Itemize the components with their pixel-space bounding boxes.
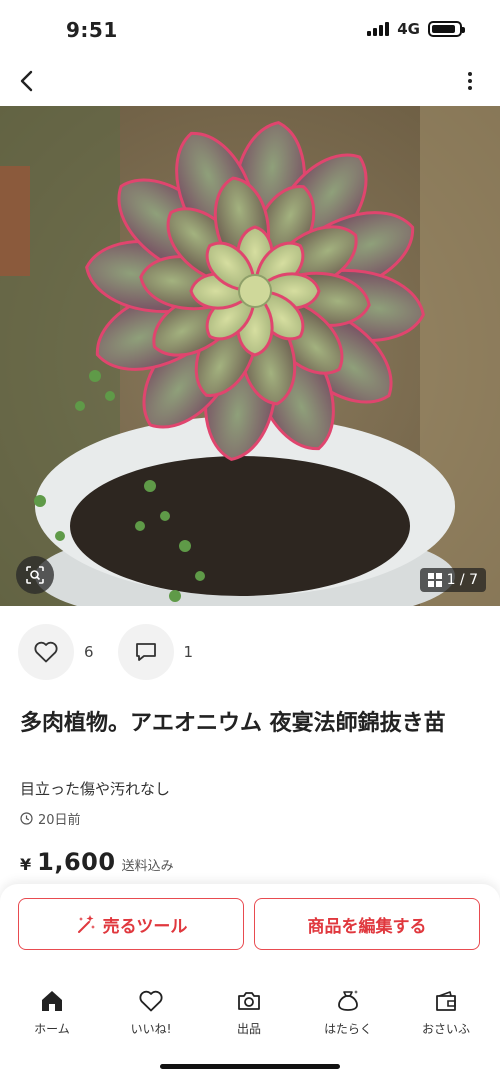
tab-wallet[interactable]: おさいふ [396,988,496,1037]
edit-item-label: 商品を編集する [307,916,427,937]
action-bar: 売るツール 商品を編集する [0,884,500,966]
scan-zoom-icon [26,566,44,584]
photo-counter[interactable]: 1 / 7 [419,568,486,592]
succulent-image [0,106,500,606]
heart-icon [139,990,163,1012]
wallet-icon [436,991,456,1011]
money-bag-icon [338,990,358,1011]
shipping-note: 送料込み [121,859,174,874]
status-time: 9:51 [66,18,118,42]
comment-button[interactable] [117,624,174,680]
magic-wand-icon [77,915,95,933]
nav-bar [0,58,500,104]
more-dot [468,72,472,76]
product-photo[interactable]: 1 / 7 [0,106,500,606]
tab-home-label: ホーム [34,1022,70,1036]
like-button[interactable] [18,624,74,680]
more-dot [468,79,472,83]
heart-icon [34,641,58,663]
comment-count: 1 [183,643,194,661]
more-dot [468,86,472,90]
grid-icon [427,573,442,587]
price: ¥ 1,600 送料込み [20,848,174,876]
tab-bar: ホーム いいね! 出品 はたらく おさいふ [0,966,500,1080]
tab-work-label: はたらく [324,1022,372,1036]
tab-sell[interactable]: 出品 [199,988,299,1037]
tab-likes[interactable]: いいね! [101,988,201,1037]
tab-wallet-label: おさいふ [421,1022,470,1036]
back-button[interactable] [10,64,44,98]
home-icon [42,991,62,1011]
status-bar: 9:51 4G [0,0,500,58]
edit-item-button[interactable]: 商品を編集する [254,898,480,950]
home-indicator [160,1064,340,1069]
tab-home[interactable]: ホーム [2,988,102,1037]
like-count: 6 [84,643,94,661]
reactions-row: 6 1 [18,624,217,680]
status-indicators: 4G [367,20,465,38]
battery-icon [428,21,465,37]
signal-icon [367,22,390,36]
sell-tool-button[interactable]: 売るツール [18,898,244,950]
photo-counter-text: 1 / 7 [446,572,478,588]
tab-sell-label: 出品 [236,1022,261,1036]
battery-level [432,25,456,33]
item-condition: 目立った傷や汚れなし [20,780,171,798]
more-options-button[interactable] [458,64,482,98]
rosette-center [238,274,272,308]
posted-time-text: 20日前 [38,813,81,828]
clock-icon [20,812,33,825]
camera-icon [238,992,260,1010]
tab-work[interactable]: はたらく [298,988,398,1037]
item-title: 多肉植物。アエオニウム 夜宴法師錦抜き苗 [20,711,446,736]
chevron-left-icon [20,70,33,92]
price-value: 1,600 [37,848,116,876]
posted-time: 20日前 [20,809,81,828]
comment-icon [135,643,156,661]
sell-tool-label: 売るツール [102,916,188,937]
tab-likes-label: いいね! [130,1022,172,1036]
currency-symbol: ¥ [20,855,32,874]
zoom-button[interactable] [16,556,54,594]
network-type: 4G [397,20,420,38]
